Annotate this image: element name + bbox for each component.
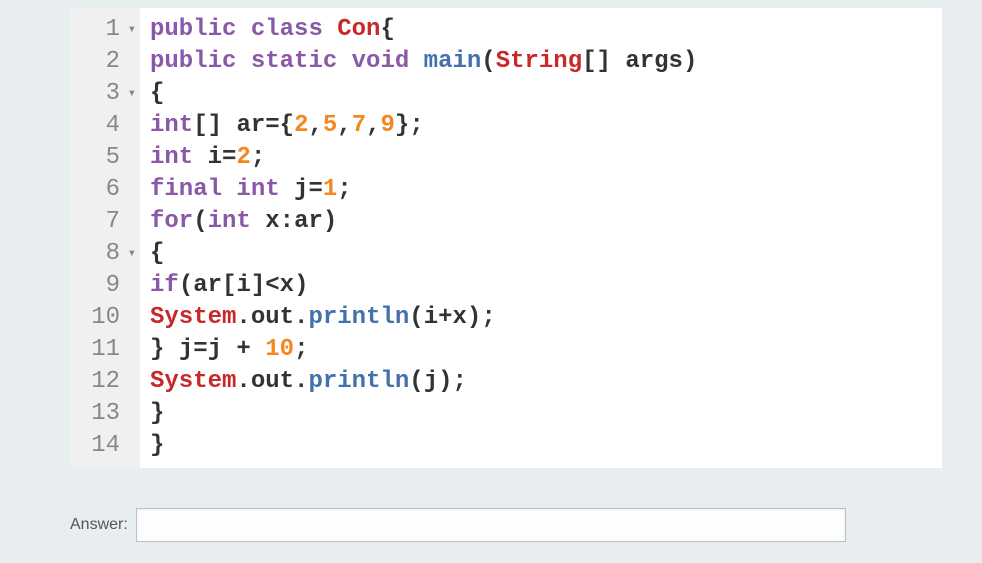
- line-number: 2: [106, 46, 120, 78]
- answer-input[interactable]: [136, 508, 846, 542]
- line-number: 12: [91, 366, 120, 398]
- gutter-line-13: 13: [78, 398, 136, 430]
- gutter-line-9: 9: [78, 270, 136, 302]
- chevron-down-icon[interactable]: ▾: [124, 14, 136, 46]
- code-container: 1▾ 2 3▾ 4 5 6 7 8▾ 9 10 11 12 13 14 publ…: [70, 8, 942, 468]
- answer-section: Answer:: [70, 508, 962, 542]
- code-line-7: for(int x:ar): [150, 206, 697, 238]
- code-line-5: int i=2;: [150, 142, 697, 174]
- code-line-9: if(ar[i]<x): [150, 270, 697, 302]
- code-line-12: System.out.println(j);: [150, 366, 697, 398]
- gutter-line-1: 1▾: [78, 14, 136, 46]
- code-line-1: public class Con{: [150, 14, 697, 46]
- gutter-line-3: 3▾: [78, 78, 136, 110]
- gutter: 1▾ 2 3▾ 4 5 6 7 8▾ 9 10 11 12 13 14: [70, 8, 140, 468]
- gutter-line-10: 10: [78, 302, 136, 334]
- gutter-line-2: 2: [78, 46, 136, 78]
- gutter-line-8: 8▾: [78, 238, 136, 270]
- chevron-down-icon[interactable]: ▾: [124, 238, 136, 270]
- line-number: 1: [106, 14, 120, 46]
- line-number: 4: [106, 110, 120, 142]
- code-line-11: } j=j + 10;: [150, 334, 697, 366]
- answer-label: Answer:: [70, 516, 128, 534]
- gutter-line-5: 5: [78, 142, 136, 174]
- line-number: 14: [91, 430, 120, 462]
- line-number: 5: [106, 142, 120, 174]
- line-number: 3: [106, 78, 120, 110]
- gutter-line-7: 7: [78, 206, 136, 238]
- line-number: 8: [106, 238, 120, 270]
- line-number: 6: [106, 174, 120, 206]
- line-number: 13: [91, 398, 120, 430]
- line-number: 7: [106, 206, 120, 238]
- chevron-down-icon[interactable]: ▾: [124, 78, 136, 110]
- line-number: 9: [106, 270, 120, 302]
- code-line-2: public static void main(String[] args): [150, 46, 697, 78]
- line-number: 10: [91, 302, 120, 334]
- gutter-line-12: 12: [78, 366, 136, 398]
- code-line-3: {: [150, 78, 697, 110]
- code-area: public class Con{ public static void mai…: [140, 8, 707, 468]
- code-line-14: }: [150, 430, 697, 462]
- gutter-line-11: 11: [78, 334, 136, 366]
- gutter-line-6: 6: [78, 174, 136, 206]
- code-line-6: final int j=1;: [150, 174, 697, 206]
- code-line-4: int[] ar={2,5,7,9};: [150, 110, 697, 142]
- line-number: 11: [91, 334, 120, 366]
- gutter-line-4: 4: [78, 110, 136, 142]
- code-line-10: System.out.println(i+x);: [150, 302, 697, 334]
- code-line-13: }: [150, 398, 697, 430]
- code-line-8: {: [150, 238, 697, 270]
- gutter-line-14: 14: [78, 430, 136, 462]
